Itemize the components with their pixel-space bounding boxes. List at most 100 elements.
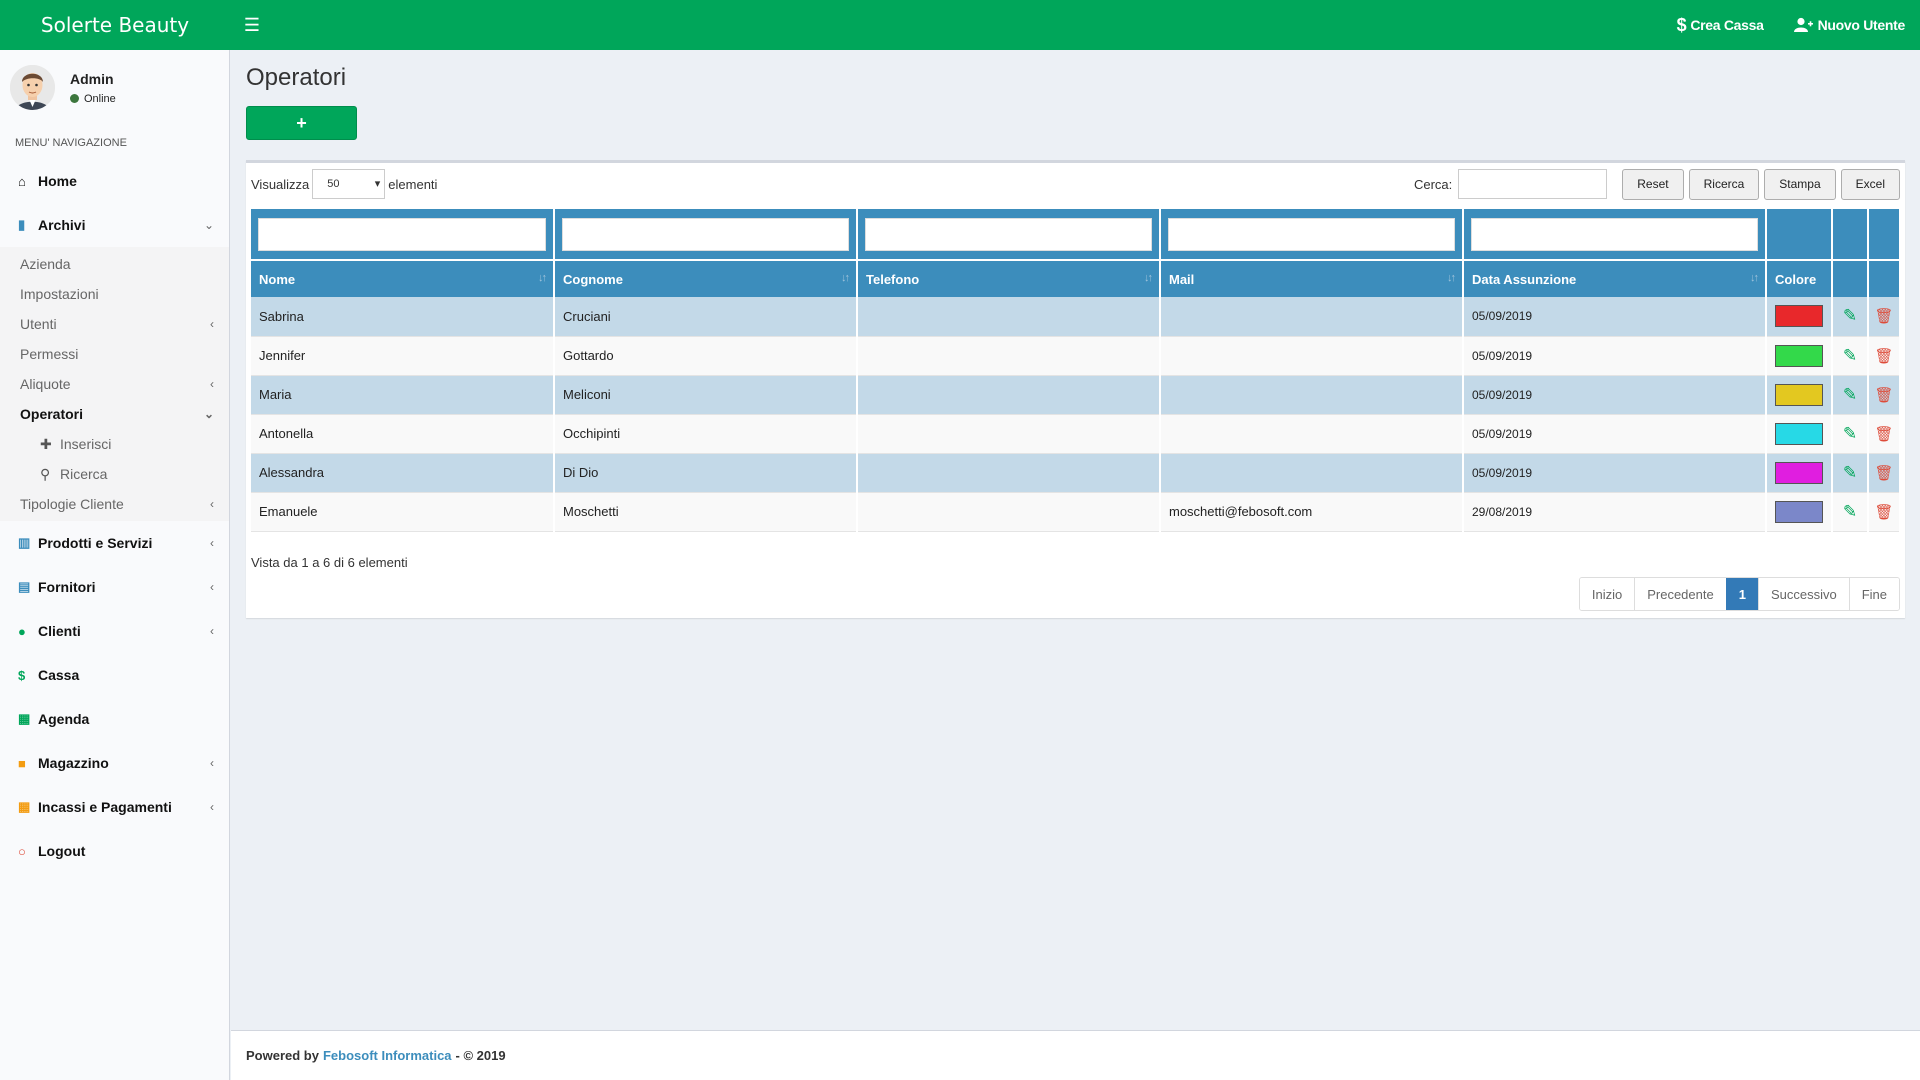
filter-cognome-input[interactable] [562, 217, 849, 251]
cell-nome: Maria [251, 375, 555, 415]
table-row[interactable]: Emanuele Moschetti moschetti@febosoft.co… [251, 492, 1901, 532]
sidebar-item-home[interactable]: ⌂ Home [0, 159, 229, 203]
chevron-down-icon: ⌄ [203, 407, 214, 421]
column-header-data-assunzione[interactable]: Data Assunzione ↓↑ [1463, 260, 1767, 297]
crea-cassa-link[interactable]: $ Crea Cassa [1662, 0, 1779, 50]
cell-data: 29/08/2019 [1463, 492, 1767, 532]
sidebar-item-cassa[interactable]: $ Cassa [0, 653, 229, 697]
stampa-button[interactable]: Stampa [1764, 168, 1836, 200]
pagination-inizio[interactable]: Inizio [1579, 578, 1635, 610]
sidebar-item-ricerca[interactable]: ⚲ Ricerca [0, 459, 229, 489]
operatori-table: Nome ↓↑ Cognome ↓↑ Telefono ↓↑ Mail ↓↑ Data … [251, 209, 1901, 532]
search-input[interactable] [1458, 169, 1608, 199]
sidebar-item-label: Aliquote [20, 376, 71, 392]
page-size-select[interactable]: 50 [312, 169, 386, 199]
cell-mail [1160, 375, 1464, 415]
sidebar-item-agenda[interactable]: ▦ Agenda [0, 697, 229, 741]
sidebar-toggle-icon[interactable]: ☰ [230, 0, 274, 50]
sidebar-item-label: Logout [38, 843, 86, 859]
add-operatore-button[interactable]: + [246, 106, 357, 140]
online-dot-icon [70, 94, 79, 103]
sort-icon: ↓↑ [1144, 272, 1153, 284]
column-header-nome[interactable]: Nome ↓↑ [251, 260, 555, 297]
sidebar-item-utenti[interactable]: Utenti ‹ [0, 309, 229, 339]
sidebar-item-inserisci[interactable]: ✚ Inserisci [0, 429, 229, 459]
trash-icon[interactable]: 🗑 [1874, 425, 1893, 443]
edit-icon[interactable]: ✎ [1843, 502, 1857, 522]
filter-mail-input[interactable] [1168, 217, 1455, 251]
barcode-icon: ▥ [18, 535, 31, 550]
edit-icon[interactable]: ✎ [1843, 306, 1857, 326]
sidebar-item-prodotti[interactable]: ▥ Prodotti e Servizi ‹ [0, 521, 229, 565]
sidebar-item-azienda[interactable]: Azienda [0, 249, 229, 279]
edit-icon[interactable]: ✎ [1843, 463, 1857, 483]
cell-nome: Sabrina [251, 297, 555, 337]
edit-icon[interactable]: ✎ [1843, 424, 1857, 444]
sidebar-item-label: Cassa [38, 667, 80, 683]
cell-telefono [857, 453, 1161, 493]
filter-data-input[interactable] [1471, 217, 1758, 251]
trash-icon[interactable]: 🗑 [1874, 307, 1893, 325]
trash-icon[interactable]: 🗑 [1874, 386, 1893, 404]
user-name: Admin [70, 70, 114, 87]
sidebar-item-fornitori[interactable]: ▤ Fornitori ‹ [0, 565, 229, 609]
chevron-left-icon: ‹ [210, 624, 214, 638]
table-row[interactable]: Jennifer Gottardo 05/09/2019 ✎ 🗑 [251, 336, 1901, 376]
nuovo-utente-link[interactable]: Nuovo Utente [1779, 0, 1920, 50]
cell-colore [1766, 336, 1833, 376]
pagination-precedente[interactable]: Precedente [1634, 578, 1726, 610]
edit-icon[interactable]: ✎ [1843, 385, 1857, 405]
color-swatch [1775, 344, 1823, 367]
table-row[interactable]: Alessandra Di Dio 05/09/2019 ✎ 🗑 [251, 453, 1901, 493]
pagination-successivo[interactable]: Successivo [1757, 578, 1849, 610]
top-navbar: Solerte Beauty ☰ $ Crea Cassa Nuovo Uten… [0, 0, 1920, 50]
sidebar-item-impostazioni[interactable]: Impostazioni [0, 279, 229, 309]
sidebar-item-permessi[interactable]: Permessi [0, 339, 229, 369]
sidebar-item-operatori[interactable]: Operatori ⌄ [0, 399, 229, 429]
cell-nome: Emanuele [251, 492, 555, 532]
user-status: Online [70, 93, 116, 105]
sidebar-item-tipologie-cliente[interactable]: Tipologie Cliente ‹ [0, 489, 229, 519]
trash-icon[interactable]: 🗑 [1874, 464, 1893, 482]
table-row[interactable]: Sabrina Cruciani 05/09/2019 ✎ 🗑 [251, 297, 1901, 337]
sidebar-item-label: Utenti [20, 316, 57, 332]
ricerca-button[interactable]: Ricerca [1688, 168, 1760, 200]
footer-company-link[interactable]: Febosoft Informatica [323, 1048, 452, 1063]
sidebar-item-label: Operatori [20, 406, 84, 422]
navbar-right: $ Crea Cassa Nuovo Utente [1662, 0, 1920, 50]
sidebar-item-incassi[interactable]: ▦ Incassi e Pagamenti ‹ [0, 785, 229, 829]
table-row[interactable]: Antonella Occhipinti 05/09/2019 ✎ 🗑 [251, 414, 1901, 454]
sidebar-item-label: Ricerca [60, 466, 108, 482]
pagination-current[interactable]: 1 [1725, 578, 1758, 610]
sidebar-item-archivi[interactable]: ▮ Archivi ⌄ [0, 203, 229, 247]
column-header-telefono[interactable]: Telefono ↓↑ [857, 260, 1161, 297]
excel-button[interactable]: Excel [1840, 168, 1900, 200]
user-status-label: Online [84, 92, 116, 105]
cell-mail [1160, 336, 1464, 376]
menu-header: MENU' NAVIGAZIONE [15, 137, 127, 149]
cell-mail: moschetti@febosoft.com [1160, 492, 1464, 532]
plus-icon: ✚ [40, 435, 52, 452]
filter-nome-input[interactable] [258, 217, 546, 251]
sort-icon: ↓↑ [1447, 272, 1456, 284]
color-swatch [1775, 461, 1823, 484]
brand-logo[interactable]: Solerte Beauty [0, 0, 230, 50]
filter-telefono-input[interactable] [865, 217, 1152, 251]
edit-icon[interactable]: ✎ [1843, 346, 1857, 366]
column-header-mail[interactable]: Mail ↓↑ [1160, 260, 1464, 297]
trash-icon[interactable]: 🗑 [1874, 347, 1893, 365]
table-row[interactable]: Maria Meliconi 05/09/2019 ✎ 🗑 [251, 375, 1901, 415]
sidebar-item-label: Agenda [38, 711, 90, 727]
cell-telefono [857, 336, 1161, 376]
trash-icon[interactable]: 🗑 [1874, 503, 1893, 521]
sidebar-item-aliquote[interactable]: Aliquote ‹ [0, 369, 229, 399]
footer-powered: Powered by [246, 1048, 319, 1063]
sidebar-item-clienti[interactable]: ● Clienti ‹ [0, 609, 229, 653]
column-header-cognome[interactable]: Cognome ↓↑ [554, 260, 858, 297]
cell-data: 05/09/2019 [1463, 297, 1767, 337]
sidebar-item-magazzino[interactable]: ■ Magazzino ‹ [0, 741, 229, 785]
color-swatch [1775, 500, 1823, 523]
sidebar-item-logout[interactable]: ○ Logout [0, 829, 229, 873]
pagination-fine[interactable]: Fine [1848, 578, 1899, 610]
reset-button[interactable]: Reset [1622, 168, 1684, 200]
